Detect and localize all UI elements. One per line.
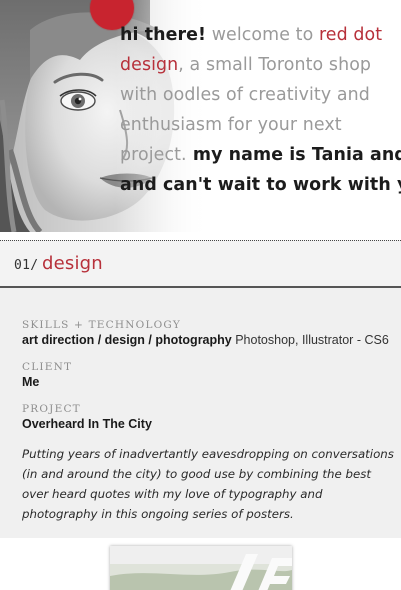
section-header[interactable]: 01/ design xyxy=(0,240,401,288)
project-label: PROJECT xyxy=(22,403,81,415)
intro-line5-dark: my name is Tania and I xyxy=(186,145,401,165)
intro-line4: enthusiasm for your next xyxy=(120,115,342,135)
project-value: Overheard In The City xyxy=(22,417,152,431)
welcome-text: welcome to xyxy=(206,25,319,45)
intro-line5-grey: project. xyxy=(120,145,187,165)
skills-label: SKILLS + TECHNOLOGY xyxy=(22,319,181,331)
page: hi there! welcome to red dot design, a sm… xyxy=(0,0,401,590)
section-number: 01/ xyxy=(14,258,39,273)
tools-list: Photoshop, Illustrator - CS6 xyxy=(231,333,389,347)
project-thumbnail[interactable] xyxy=(110,546,292,590)
intro-line3: with oodles of creativity and xyxy=(120,85,370,105)
project-details: SKILLS + TECHNOLOGY art direction / desi… xyxy=(0,288,401,538)
client-label: CLIENT xyxy=(22,361,73,373)
greeting: hi there! xyxy=(120,25,207,45)
intro-line2: , a small Toronto shop xyxy=(178,55,372,75)
poster-image xyxy=(110,546,292,590)
project-name: Overheard In The City xyxy=(22,417,152,431)
hero-section: hi there! welcome to red dot design, a sm… xyxy=(0,0,401,232)
skills-list: art direction / design / photography xyxy=(22,333,232,347)
skills-value: art direction / design / photography Pho… xyxy=(22,333,389,347)
brand-name-line1: red dot xyxy=(318,25,383,45)
section-title[interactable]: design xyxy=(42,253,103,274)
client-name: Me xyxy=(22,375,40,389)
intro-line6: and can't wait to work with you! xyxy=(120,175,401,195)
project-description: Putting years of inadvertantly eavesdrop… xyxy=(22,447,394,521)
brand-name-line2: design xyxy=(120,55,179,75)
intro-text: hi there! welcome to red dot design, a sm… xyxy=(120,20,401,200)
client-value: Me xyxy=(22,375,39,389)
